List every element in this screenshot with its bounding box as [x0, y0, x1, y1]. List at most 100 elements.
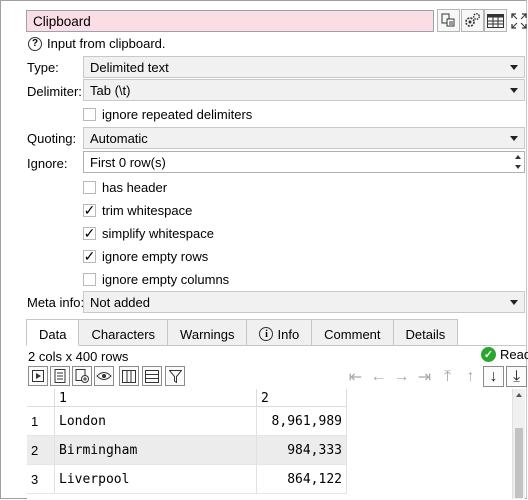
spin-up-icon[interactable]	[515, 155, 521, 159]
table-row[interactable]: 1 London 8,961,989	[27, 407, 347, 436]
row-number: 2	[27, 436, 55, 465]
chevron-down-icon	[510, 136, 518, 141]
tab-label: Data	[39, 327, 67, 342]
ignore-repeated-checkbox[interactable]: ignore repeated delimiters	[83, 107, 252, 122]
up-icon: ↑	[466, 367, 475, 385]
trim-whitespace-label: trim whitespace	[102, 203, 193, 218]
tab-label: Characters	[91, 327, 156, 342]
bottom-button[interactable]: ⤓	[506, 366, 527, 387]
info-line: ? Input from clipboard.	[28, 36, 166, 51]
rows-button[interactable]	[142, 366, 162, 386]
table-view-button[interactable]	[484, 9, 507, 32]
filter-button[interactable]	[165, 366, 185, 386]
play-icon	[32, 370, 44, 382]
checkbox-box[interactable]: ✓	[83, 203, 96, 217]
help-icon[interactable]: ?	[28, 36, 42, 51]
meta-info-value: Not added	[90, 295, 150, 310]
type-select[interactable]: Delimited text	[83, 56, 525, 78]
table-view-icon	[487, 13, 504, 28]
preview-button[interactable]	[94, 366, 114, 386]
tab-data[interactable]: Data	[26, 319, 80, 346]
column-header[interactable]: 2	[257, 389, 347, 407]
status-text: Read	[500, 347, 528, 362]
simplify-whitespace-label: simplify whitespace	[102, 226, 214, 241]
has-header-checkbox[interactable]: has header	[83, 180, 167, 195]
meta-info-label: Meta info:	[27, 295, 85, 310]
table-cell[interactable]: Birmingham	[55, 436, 257, 465]
trim-whitespace-checkbox[interactable]: ✓ trim whitespace	[83, 203, 192, 218]
bottom-icon: ⤓	[512, 367, 521, 385]
top-button[interactable]: ⤒	[437, 366, 458, 387]
run-button[interactable]	[28, 366, 48, 386]
up-button[interactable]: ↑	[460, 366, 481, 387]
delimiter-label: Delimiter:	[27, 84, 82, 99]
type-label: Type:	[27, 60, 59, 75]
ignore-empty-rows-checkbox[interactable]: ✓ ignore empty rows	[83, 249, 208, 264]
scrollbar-thumb[interactable]	[515, 428, 523, 498]
column-header[interactable]: 1	[55, 389, 257, 407]
grid-scrollbar[interactable]	[512, 389, 525, 499]
tab-info[interactable]: i Info	[247, 319, 313, 346]
delimiter-select[interactable]: Tab (\t)	[83, 79, 525, 101]
ignore-label: Ignore:	[27, 156, 68, 171]
panel-title[interactable]: Clipboard	[26, 10, 434, 32]
ignore-rows-spinbox[interactable]: First 0 row(s)	[83, 151, 525, 173]
row-col-summary: 2 cols x 400 rows	[28, 349, 129, 364]
table-row[interactable]: 2 Birmingham 984,333	[27, 436, 347, 465]
checkbox-box[interactable]	[83, 273, 96, 286]
scroll-up-icon[interactable]	[516, 393, 522, 397]
column-list-button[interactable]	[50, 366, 70, 386]
prev-button[interactable]: ←	[368, 366, 389, 387]
first-button[interactable]: ⇤	[345, 366, 366, 387]
table-cell[interactable]: 864,122	[257, 465, 347, 494]
table-cell[interactable]: London	[55, 407, 257, 436]
tab-comment[interactable]: Comment	[312, 319, 394, 346]
ignore-empty-rows-label: ignore empty rows	[102, 249, 209, 264]
column-list-icon	[54, 369, 66, 383]
tab-details[interactable]: Details	[393, 319, 459, 346]
add-record-button[interactable]	[72, 366, 92, 386]
maximize-icon	[510, 12, 527, 29]
row-number: 3	[27, 465, 55, 494]
data-grid[interactable]: 1 2 1 London 8,961,989 2 Birmingham 984,…	[27, 389, 513, 499]
quoting-value: Automatic	[90, 131, 148, 146]
table-cell[interactable]: 8,961,989	[257, 407, 347, 436]
quoting-select[interactable]: Automatic	[83, 127, 525, 149]
ignore-empty-columns-checkbox[interactable]: ignore empty columns	[83, 272, 229, 287]
table-cell[interactable]: Liverpool	[55, 465, 257, 494]
checkbox-box[interactable]: ✓	[83, 249, 96, 263]
columns-button[interactable]	[119, 366, 139, 386]
copy-settings-icon	[441, 13, 455, 27]
filter-icon	[168, 369, 182, 383]
last-button[interactable]: ⇥	[414, 366, 435, 387]
maximize-button[interactable]	[507, 9, 528, 32]
tab-characters[interactable]: Characters	[79, 319, 169, 346]
chevron-down-icon	[510, 300, 518, 305]
table-row[interactable]: 3 Liverpool 864,122	[27, 465, 347, 494]
down-button[interactable]: ↓	[483, 366, 504, 387]
row-number-header	[27, 389, 55, 407]
ignore-empty-columns-label: ignore empty columns	[102, 272, 230, 287]
rows-icon	[145, 369, 159, 383]
meta-info-select[interactable]: Not added	[83, 291, 525, 313]
columns-icon	[122, 369, 136, 383]
tab-warnings[interactable]: Warnings	[168, 319, 248, 346]
down-icon: ↓	[489, 367, 498, 385]
ignore-repeated-label: ignore repeated delimiters	[102, 107, 253, 122]
checkmark-circle-icon: ✓	[481, 347, 496, 362]
type-value: Delimited text	[90, 60, 169, 75]
tab-label: Info	[277, 327, 300, 342]
simplify-whitespace-checkbox[interactable]: ✓ simplify whitespace	[83, 226, 214, 241]
table-cell[interactable]: 984,333	[257, 436, 347, 465]
checkbox-box[interactable]	[83, 108, 96, 121]
top-icon: ⤒	[443, 367, 452, 385]
checkbox-box[interactable]: ✓	[83, 226, 96, 240]
copy-settings-button[interactable]	[437, 9, 460, 32]
next-button[interactable]: →	[391, 366, 412, 387]
settings-button[interactable]	[461, 9, 484, 32]
first-icon: ⇤	[348, 368, 363, 386]
checkbox-box[interactable]	[83, 181, 96, 194]
chevron-down-icon	[510, 88, 518, 93]
spin-down-icon[interactable]	[515, 165, 521, 169]
add-record-icon	[75, 369, 89, 383]
